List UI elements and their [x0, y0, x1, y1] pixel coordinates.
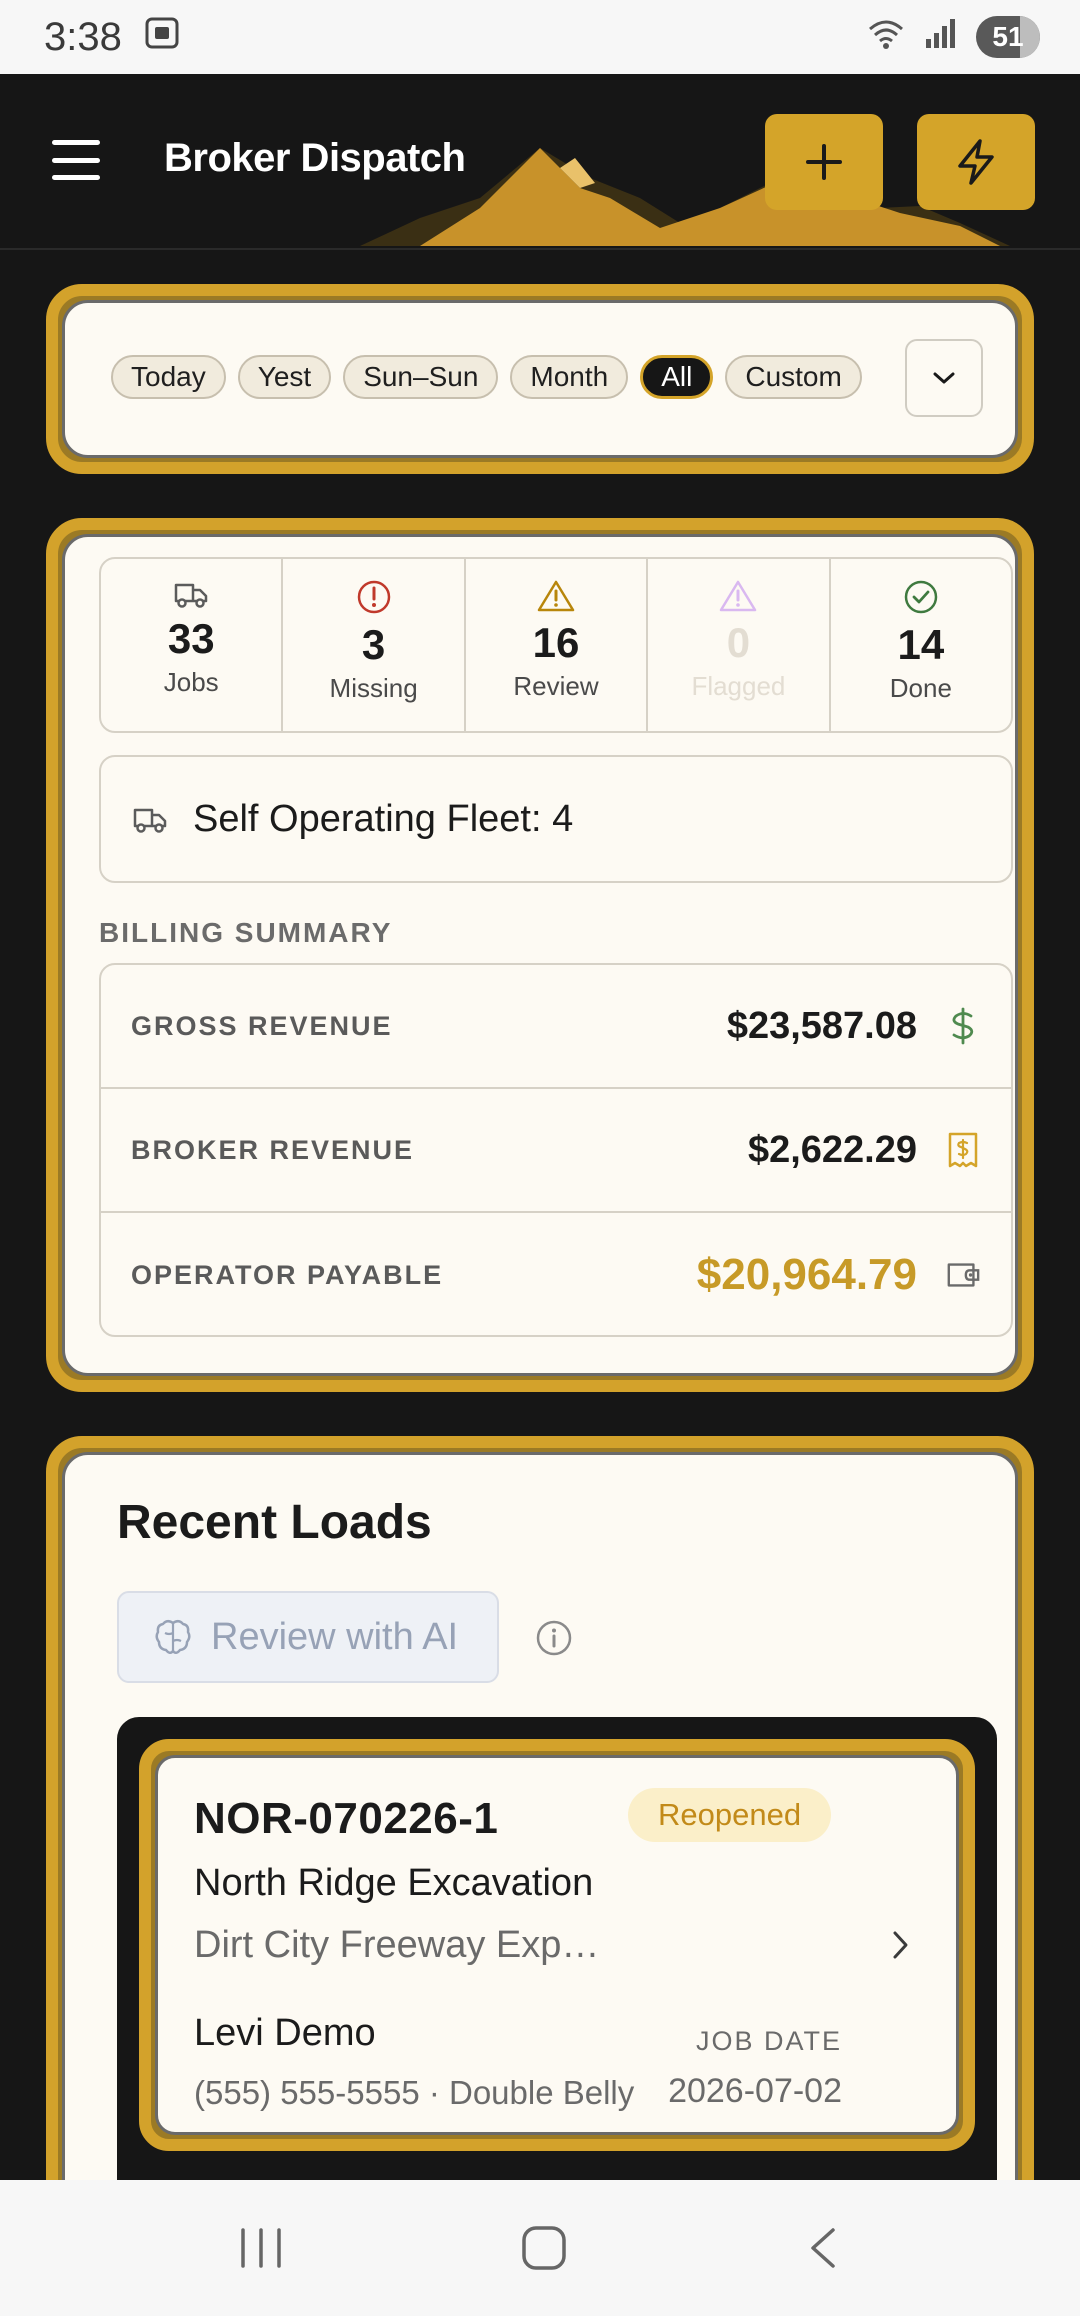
- chevron-down-icon: [933, 372, 955, 384]
- mountains-logo: [360, 148, 1010, 246]
- summary-card: 33 Jobs 3 Missing 16 Review 0 Flagged 14: [46, 518, 1034, 1392]
- wallet-icon: [945, 1258, 981, 1292]
- stat-done-value: 14: [897, 621, 945, 668]
- stat-missing-label: Missing: [329, 673, 418, 703]
- recent-apps-icon[interactable]: [237, 2226, 285, 2270]
- status-time: 3:38: [44, 14, 122, 59]
- self-operating-fleet[interactable]: Self Operating Fleet: 4: [99, 755, 1013, 883]
- stat-missing[interactable]: 3 Missing: [283, 559, 466, 731]
- home-icon[interactable]: [520, 2224, 568, 2272]
- stat-flagged-value: 0: [726, 619, 751, 666]
- stat-missing-value: 3: [361, 621, 386, 668]
- billing-summary-title: BILLING SUMMARY: [99, 917, 393, 948]
- billing-row-value: $20,964.79: [696, 1250, 917, 1299]
- stat-done-label: Done: [889, 673, 952, 703]
- signal-icon: [924, 17, 958, 57]
- stat-done[interactable]: 14 Done: [831, 559, 1011, 731]
- billing-row-label: GROSS REVENUE: [131, 1010, 393, 1041]
- menu-icon[interactable]: [52, 140, 100, 180]
- billing-row-value: $2,622.29: [747, 1128, 917, 1171]
- job-date-label: JOB DATE: [695, 2026, 842, 2056]
- truck-icon: [133, 808, 167, 833]
- billing-row-value: $23,587.08: [726, 1004, 917, 1047]
- loads-list: NOR-070226-1 Reopened North Ridge Excava…: [117, 1717, 997, 2269]
- stat-jobs[interactable]: 33 Jobs: [101, 559, 284, 731]
- filter-chip-yesterday[interactable]: Yest: [237, 355, 332, 399]
- dollar-icon: [945, 1007, 981, 1045]
- app-header: Broker Dispatch: [0, 74, 1080, 250]
- job-stats: 33 Jobs 3 Missing 16 Review 0 Flagged 14: [99, 557, 1013, 733]
- billing-row-gross-revenue: GROSS REVENUE $23,587.08: [101, 965, 1011, 1089]
- system-nav-bar: [0, 2180, 1080, 2316]
- billing-row-broker-revenue: BROKER REVENUE $2,622.29: [101, 1089, 1011, 1213]
- fleet-label: Self Operating Fleet: 4: [193, 797, 574, 840]
- load-driver: Levi Demo: [194, 2012, 376, 2054]
- filter-chip-custom[interactable]: Custom: [725, 355, 862, 399]
- job-date-value: 2026-07-02: [668, 2072, 842, 2110]
- billing-row-operator-payable: OPERATOR PAYABLE $20,964.79: [101, 1213, 1011, 1337]
- lightning-icon: [958, 139, 994, 185]
- brain-icon: [155, 1620, 191, 1654]
- status-badge: Reopened: [628, 1788, 832, 1842]
- alert-circle-icon: [357, 580, 390, 614]
- stat-flagged[interactable]: 0 Flagged: [648, 559, 831, 731]
- stat-review[interactable]: 16 Review: [466, 559, 649, 731]
- review-with-ai-label: Review with AI: [211, 1615, 459, 1658]
- load-contact: (555) 555-5555 · Double Belly: [194, 2074, 635, 2111]
- filter-chip-today[interactable]: Today: [111, 355, 226, 399]
- screenshot-icon: [144, 15, 180, 60]
- warning-icon: [537, 580, 575, 612]
- info-icon[interactable]: [535, 1619, 573, 1657]
- plus-icon: [806, 144, 842, 180]
- load-company: North Ridge Excavation: [194, 1862, 594, 1904]
- load-id: NOR-070226-1: [194, 1794, 499, 1843]
- billing-row-label: OPERATOR PAYABLE: [131, 1259, 444, 1290]
- stat-jobs-label: Jobs: [163, 667, 219, 697]
- filter-chip-week[interactable]: Sun–Sun: [343, 355, 499, 399]
- review-with-ai-button[interactable]: Review with AI: [117, 1591, 499, 1683]
- stat-review-value: 16: [532, 619, 580, 666]
- recent-loads-title: Recent Loads: [117, 1496, 432, 1549]
- battery-indicator: 51: [976, 16, 1040, 58]
- chevron-right-icon[interactable]: [890, 1928, 912, 1962]
- billing-row-label: BROKER REVENUE: [131, 1134, 415, 1165]
- back-icon[interactable]: [803, 2224, 843, 2272]
- quick-action-button[interactable]: [917, 114, 1035, 210]
- warning-icon: [720, 580, 757, 612]
- date-filter-chips: Today Yest Sun–Sun Month All Custom: [111, 355, 862, 399]
- stat-jobs-value: 33: [167, 615, 215, 662]
- wifi-icon: [866, 17, 906, 57]
- billing-summary: GROSS REVENUE $23,587.08 BROKER REVENUE …: [99, 963, 1013, 1337]
- filter-chip-month[interactable]: Month: [510, 355, 629, 399]
- truck-icon: [174, 583, 208, 608]
- check-circle-icon: [904, 580, 938, 614]
- status-bar: 3:38 51: [0, 0, 1080, 74]
- receipt-icon: [945, 1131, 981, 1169]
- stat-review-label: Review: [513, 671, 599, 701]
- filter-dropdown-button[interactable]: [905, 339, 983, 417]
- load-card[interactable]: NOR-070226-1 Reopened North Ridge Excava…: [139, 1739, 975, 2151]
- filter-chip-all[interactable]: All: [640, 355, 714, 399]
- stat-flagged-label: Flagged: [691, 671, 786, 701]
- add-button[interactable]: [765, 114, 883, 210]
- load-route: Dirt City Freeway Exp…: [194, 1924, 600, 1966]
- date-filter-card: Today Yest Sun–Sun Month All Custom: [46, 284, 1034, 474]
